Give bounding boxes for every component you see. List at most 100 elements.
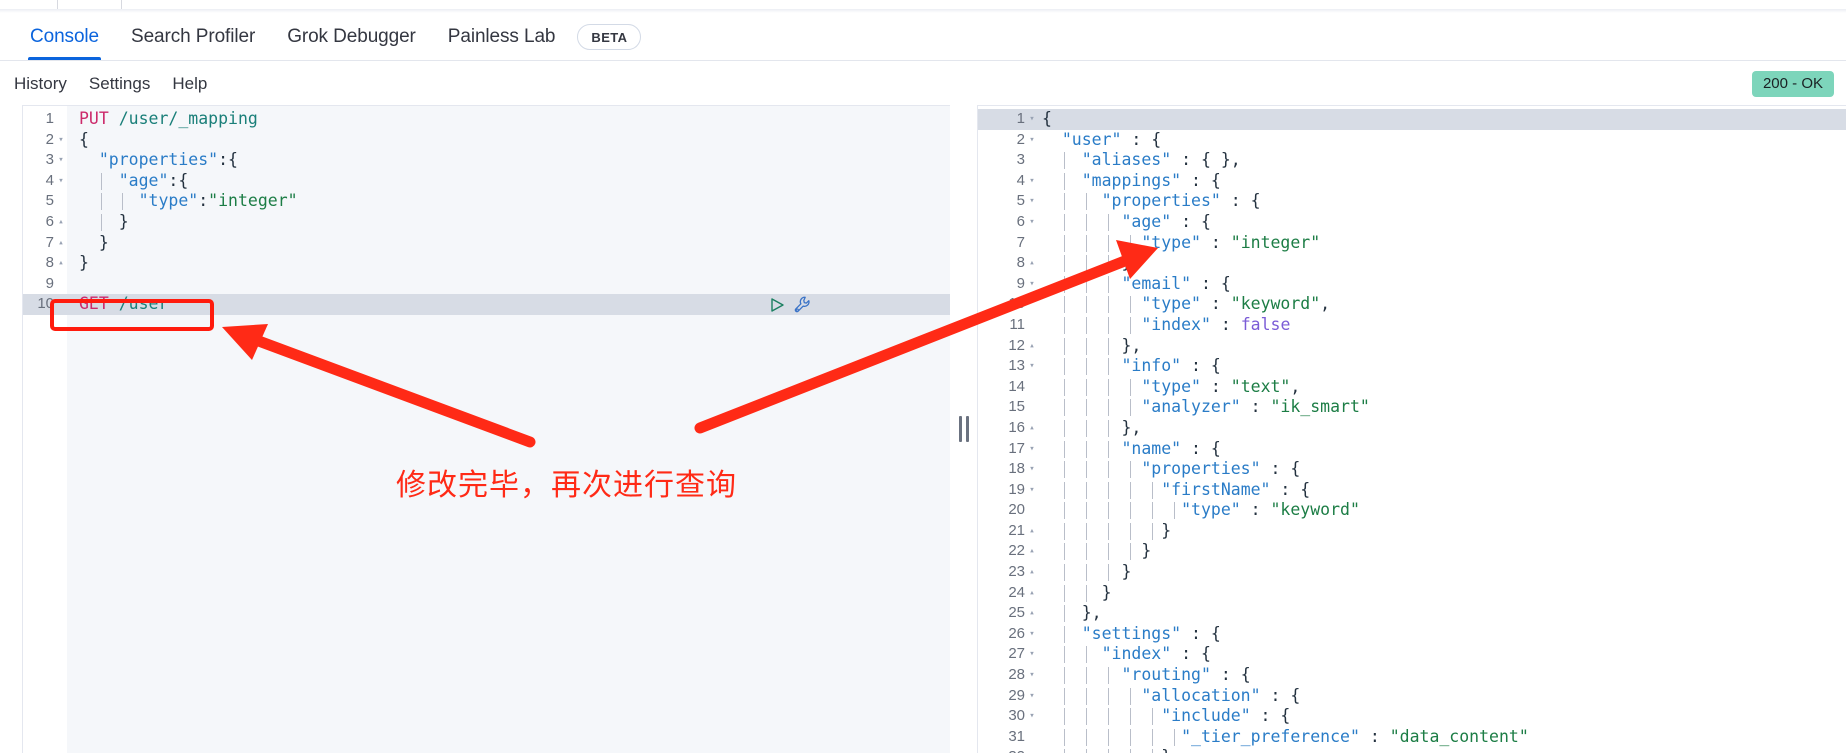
kibana-dev-tools-console: Console Search Profiler Grok Debugger Painl…: [0, 0, 1846, 753]
code-line-text: },: [1042, 253, 1142, 273]
code-line-text: }: [79, 253, 89, 273]
code-line: 31 "_tier_preference" : "data_content": [978, 727, 1846, 748]
line-number: 29: [1008, 686, 1025, 704]
response-editor-code: 1 ▾{2 ▾ "user" : {3 "aliases" : { }, 4 ▾ "ma…: [978, 106, 1846, 753]
code-line: 1 ▾{: [978, 109, 1846, 130]
code-line: 5 ▾ "properties" : {: [978, 191, 1846, 212]
wrench-icon[interactable]: [794, 296, 812, 314]
fold-collapse-icon[interactable]: ▾: [1026, 644, 1038, 665]
code-line: 8 ▴}: [23, 253, 950, 274]
fold-collapse-icon[interactable]: ▾: [1026, 356, 1038, 377]
line-number: 21: [1008, 521, 1025, 539]
code-line: 2 ▾ "user" : {: [978, 130, 1846, 151]
fold-collapse-icon[interactable]: ▾: [1026, 109, 1038, 130]
toolbar-link-settings[interactable]: Settings: [89, 74, 150, 94]
fold-collapse-icon[interactable]: ▾: [1026, 212, 1038, 233]
code-line: 26 ▾ "settings" : {: [978, 624, 1846, 645]
line-number: 27: [1008, 645, 1025, 663]
code-line-text: {: [79, 129, 89, 149]
code-line-text: "allocation" : {: [1141, 685, 1301, 705]
toolbar-link-help[interactable]: Help: [172, 74, 207, 94]
fold-expand-icon[interactable]: ▴: [1026, 562, 1038, 583]
fold-collapse-icon[interactable]: ▾: [1026, 171, 1038, 192]
tab-grok-debugger[interactable]: Grok Debugger: [271, 13, 432, 60]
fold-expand-icon[interactable]: ▴: [1026, 418, 1038, 439]
fold-collapse-icon[interactable]: ▾: [1026, 439, 1038, 460]
line-number: 2: [45, 130, 54, 148]
request-line-actions: [769, 294, 812, 315]
fold-collapse-icon[interactable]: ▾: [1026, 130, 1038, 151]
code-line: 9: [23, 274, 950, 295]
fold-collapse-icon[interactable]: ▾: [1026, 624, 1038, 645]
code-line-text: "properties" : {: [1101, 191, 1261, 211]
fold-collapse-icon[interactable]: ▾: [1026, 480, 1038, 501]
fold-collapse-icon[interactable]: ▾: [1026, 191, 1038, 212]
line-number: 30: [1008, 707, 1025, 725]
line-number: 6: [1016, 212, 1025, 230]
play-icon[interactable]: [769, 297, 785, 313]
fold-expand-icon[interactable]: ▴: [1026, 521, 1038, 542]
fold-collapse-icon[interactable]: ▾: [55, 150, 67, 171]
code-line-text: }: [1042, 541, 1152, 561]
code-line: 27 ▾ "index" : {: [978, 644, 1846, 665]
fold-collapse-icon[interactable]: ▾: [1026, 686, 1038, 707]
fold-expand-icon[interactable]: ▴: [1026, 541, 1038, 562]
code-line-text: "analyzer" : "ik_smart": [1141, 397, 1370, 417]
code-line: 2 ▾ {: [23, 130, 950, 151]
code-line: 5 "type":"integer": [23, 191, 950, 212]
request-editor-pane[interactable]: 1 PUT /user/_mapping 2 ▾{3 ▾ "properties":{4…: [22, 105, 950, 753]
fold-expand-icon[interactable]: ▴: [1026, 336, 1038, 357]
fold-expand-icon[interactable]: ▴: [55, 253, 67, 274]
code-line: 30 ▾ "include" : {: [978, 706, 1846, 727]
code-line: 14 "type" : "text",: [978, 377, 1846, 398]
fold-expand-icon[interactable]: ▴: [1026, 253, 1038, 274]
line-number: 4: [1016, 171, 1025, 189]
code-line-text: }: [1042, 582, 1112, 602]
fold-expand-icon[interactable]: ▴: [1026, 583, 1038, 604]
line-number: 24: [1008, 583, 1025, 601]
line-number: 25: [1008, 604, 1025, 622]
line-number: 31: [1008, 727, 1025, 745]
code-line: 1 PUT /user/_mapping: [23, 109, 950, 130]
code-line: 12 ▴ },: [978, 336, 1846, 357]
editor-splitter-handle[interactable]: [950, 105, 977, 753]
fold-collapse-icon[interactable]: ▾: [1026, 274, 1038, 295]
code-line: 22 ▴ }: [978, 541, 1846, 562]
line-number: 5: [1016, 192, 1025, 210]
line-number: 28: [1008, 666, 1025, 684]
fold-collapse-icon[interactable]: ▾: [1026, 706, 1038, 727]
fold-collapse-icon[interactable]: ▾: [1026, 665, 1038, 686]
fold-expand-icon[interactable]: ▴: [55, 233, 67, 254]
line-number: 23: [1008, 563, 1025, 581]
code-line-text: "mappings" : {: [1081, 170, 1221, 190]
line-number: 9: [1016, 274, 1025, 292]
code-line-text: GET /user: [79, 294, 169, 314]
tab-painless-lab[interactable]: Painless Lab: [432, 13, 572, 60]
fold-expand-icon[interactable]: ▴: [1026, 603, 1038, 624]
fold-collapse-icon[interactable]: ▾: [55, 130, 67, 151]
toolbar-link-history[interactable]: History: [14, 74, 67, 94]
code-line-text: "index" : false: [1141, 314, 1291, 334]
code-line: 23 ▴ }: [978, 562, 1846, 583]
tab-search-profiler[interactable]: Search Profiler: [115, 13, 271, 60]
console-tab-bar: Console Search Profiler Grok Debugger Painl…: [0, 13, 1846, 61]
code-line-text: },: [1042, 417, 1142, 437]
response-editor-pane[interactable]: 1 ▾{2 ▾ "user" : {3 "aliases" : { }, 4 ▾ "ma…: [977, 105, 1846, 753]
fold-expand-icon[interactable]: ▴: [55, 212, 67, 233]
line-number: 20: [1008, 501, 1025, 519]
code-line: 18 ▾ "properties" : {: [978, 459, 1846, 480]
line-number: 16: [1008, 418, 1025, 436]
line-number: 5: [45, 192, 54, 210]
code-line-text: "user" : {: [1061, 129, 1162, 149]
line-number: 1: [1016, 110, 1025, 127]
console-split-container: 1 PUT /user/_mapping 2 ▾{3 ▾ "properties":{4…: [0, 105, 1846, 753]
code-line: 9 ▾ "email" : {: [978, 274, 1846, 295]
fold-collapse-icon[interactable]: ▾: [1026, 459, 1038, 480]
code-line: 6 ▴ }: [23, 212, 950, 233]
tab-console[interactable]: Console: [14, 13, 115, 60]
code-line-text: }: [1042, 747, 1171, 753]
fold-expand-icon[interactable]: ▴: [1026, 747, 1038, 753]
code-line-text: "properties":{: [98, 150, 238, 170]
fold-collapse-icon[interactable]: ▾: [55, 171, 67, 192]
request-editor-code[interactable]: 1 PUT /user/_mapping 2 ▾{3 ▾ "properties":{4…: [23, 106, 950, 315]
